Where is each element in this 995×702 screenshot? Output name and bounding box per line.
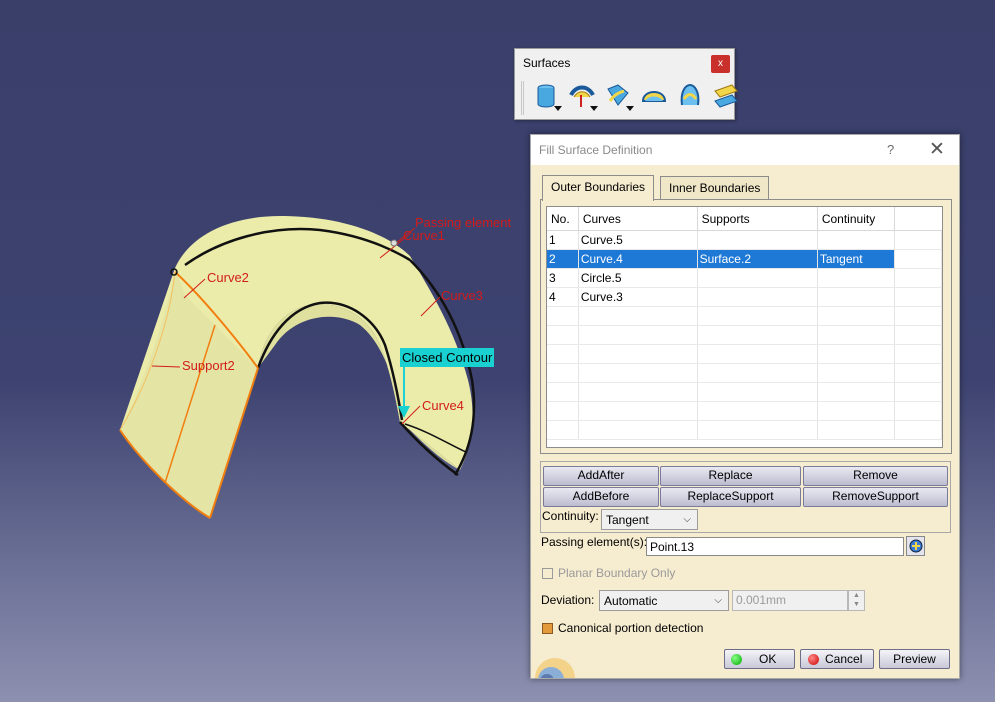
row-curve: Curve.5 <box>578 230 698 250</box>
boundary-table[interactable]: No. Curves Supports Continuity 1 Curve.5 <box>546 206 943 448</box>
row-curve: Curve.3 <box>578 287 698 307</box>
canonical-detection-label: Canonical portion detection <box>558 621 704 635</box>
column-header-curves[interactable]: Curves <box>578 207 698 231</box>
row-curve: Curve.4 <box>578 249 698 269</box>
deviation-value-field[interactable]: 0.001mm <box>732 590 848 611</box>
tab-outer-boundaries[interactable]: Outer Boundaries <box>542 175 655 201</box>
row-support <box>697 230 818 250</box>
row-support: Surface.2 <box>697 249 818 269</box>
blend-surface-icon[interactable] <box>712 81 740 111</box>
curve2-label: Curve2 <box>207 270 249 285</box>
continuity-select[interactable]: Tangent ⌵ <box>601 509 698 530</box>
row-support <box>697 287 818 307</box>
passing-element-selector-button[interactable] <box>906 536 925 556</box>
toolbar-title: Surfaces <box>523 56 571 70</box>
remove-support-button[interactable]: RemoveSupport <box>803 487 948 507</box>
toolbar-close-button[interactable]: x <box>711 55 730 73</box>
row-number: 3 <box>547 268 579 288</box>
row-support <box>697 268 818 288</box>
dialog-title: Fill Surface Definition <box>539 143 653 157</box>
multi-section-surface-icon[interactable] <box>676 81 704 111</box>
dialog-close-button[interactable]: ✕ <box>929 138 945 161</box>
cancel-icon <box>808 654 819 665</box>
dialog-titlebar: Fill Surface Definition ? ✕ <box>531 135 959 165</box>
deviation-spinner[interactable]: ▲ ▼ <box>848 590 865 611</box>
ok-icon <box>731 654 742 665</box>
chevron-down-icon: ⌵ <box>683 514 691 525</box>
toolbar-icon-row <box>521 81 740 115</box>
column-header-continuity[interactable]: Continuity <box>817 207 896 231</box>
deviation-label: Deviation: <box>541 593 595 607</box>
add-after-button[interactable]: AddAfter <box>543 466 659 486</box>
table-row[interactable]: 3 Circle.5 <box>547 268 942 288</box>
planar-boundary-checkbox[interactable] <box>542 568 553 579</box>
catia-logo <box>531 648 576 678</box>
curve3-label: Curve3 <box>441 288 483 303</box>
multi-select-icon <box>909 539 923 553</box>
canonical-detection-checkbox[interactable] <box>542 623 553 634</box>
support2-label: Support2 <box>182 358 235 373</box>
row-continuity: Tangent <box>817 249 896 269</box>
curve1-label: Curve1 <box>403 228 445 243</box>
fill-surface-icon[interactable] <box>640 81 668 111</box>
passing-elements-label: Passing element(s): <box>541 535 648 549</box>
remove-button[interactable]: Remove <box>803 466 948 486</box>
continuity-select-value: Tangent <box>606 513 649 527</box>
row-number: 1 <box>547 230 579 250</box>
column-header-supports[interactable]: Supports <box>697 207 818 231</box>
offset-surface-icon[interactable] <box>568 81 598 111</box>
tab-inner-boundaries[interactable]: Inner Boundaries <box>660 176 770 200</box>
curve4-label: Curve4 <box>422 398 464 413</box>
extrude-surface-icon[interactable] <box>532 81 562 111</box>
surfaces-toolbar[interactable]: Surfaces x <box>514 48 738 120</box>
row-continuity <box>817 230 896 250</box>
row-continuity <box>817 268 896 288</box>
closed-contour-tag: Closed Contour <box>400 348 495 367</box>
sweep-surface-icon[interactable] <box>604 81 634 111</box>
deviation-mode-value: Automatic <box>604 594 658 608</box>
fill-surface-dialog: Fill Surface Definition ? ✕ Outer Bounda… <box>530 134 960 679</box>
deviation-mode-select[interactable]: Automatic ⌵ <box>599 590 729 611</box>
row-continuity <box>817 287 896 307</box>
row-curve: Circle.5 <box>578 268 698 288</box>
continuity-label: Continuity: <box>542 509 599 523</box>
ok-button[interactable]: OK <box>724 649 795 669</box>
chevron-down-icon: ⌵ <box>714 595 722 606</box>
row-number: 2 <box>547 249 579 269</box>
outer-boundaries-panel: No. Curves Supports Continuity 1 Curve.5 <box>540 199 952 454</box>
cancel-button-label: Cancel <box>825 652 863 666</box>
replace-button[interactable]: Replace <box>660 466 801 486</box>
table-row[interactable]: 1 Curve.5 <box>547 230 942 250</box>
row-number: 4 <box>547 287 579 307</box>
table-row-selected[interactable]: 2 Curve.4 Surface.2 Tangent <box>547 249 942 269</box>
help-button[interactable]: ? <box>887 142 894 157</box>
column-header-no[interactable]: No. <box>547 207 579 231</box>
add-before-button[interactable]: AddBefore <box>543 487 659 507</box>
planar-boundary-label: Planar Boundary Only <box>558 566 676 580</box>
table-row[interactable]: 4 Curve.3 <box>547 287 942 307</box>
replace-support-button[interactable]: ReplaceSupport <box>660 487 801 507</box>
preview-button[interactable]: Preview <box>879 649 950 669</box>
ok-button-label: OK <box>759 652 777 666</box>
boundary-actions-group: AddAfter Replace Remove AddBefore Replac… <box>540 461 951 533</box>
passing-elements-field[interactable]: Point.13 <box>646 537 904 556</box>
cancel-button[interactable]: Cancel <box>800 649 874 669</box>
